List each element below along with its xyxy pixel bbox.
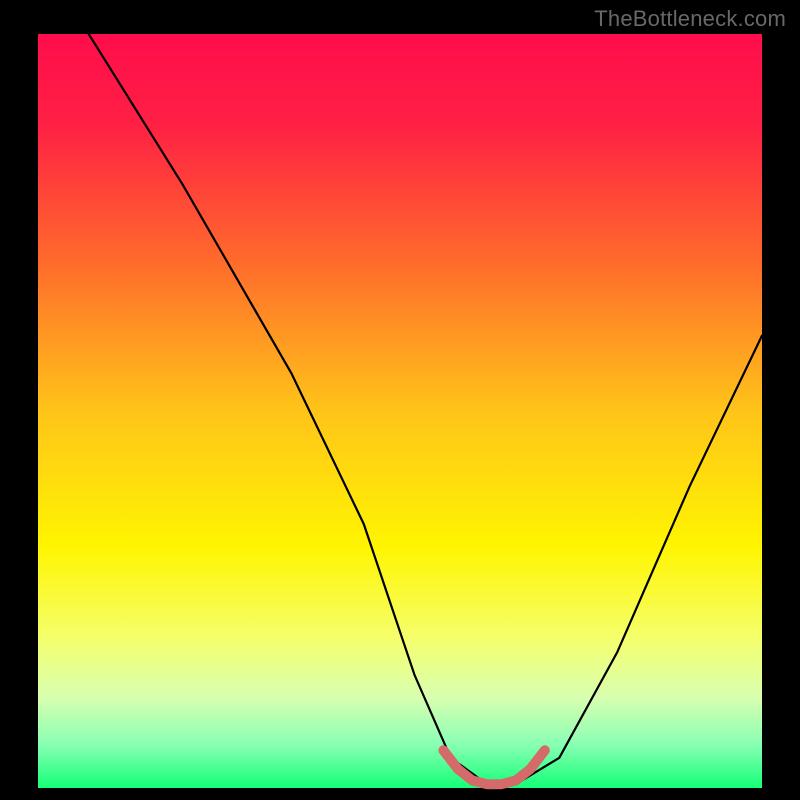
watermark-text: TheBottleneck.com xyxy=(594,6,786,32)
plot-background xyxy=(38,34,762,788)
chart-frame: { "watermark": "TheBottleneck.com", "cha… xyxy=(0,0,800,800)
chart-svg xyxy=(0,0,800,800)
